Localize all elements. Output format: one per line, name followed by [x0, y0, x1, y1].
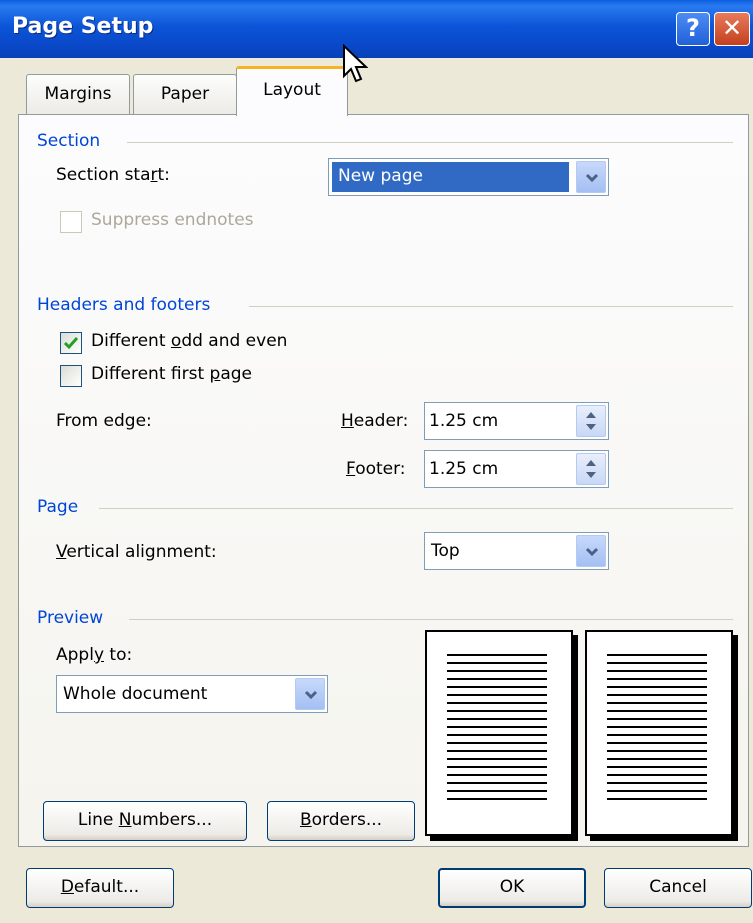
different-odd-even-checkbox[interactable] [60, 332, 82, 354]
tab-paper[interactable]: Paper [133, 74, 237, 114]
help-button[interactable]: ? [676, 12, 710, 46]
vertical-alignment-value: Top [431, 541, 460, 561]
page-divider [99, 508, 733, 509]
default-button[interactable]: Default... [26, 868, 174, 908]
chevron-down-icon [585, 547, 599, 557]
different-odd-even-label: Different odd and even [91, 331, 288, 351]
suppress-endnotes-checkbox[interactable] [60, 211, 82, 233]
section-start-dropdown-button[interactable] [576, 161, 606, 193]
headers-footers-heading: Headers and footers [37, 295, 211, 315]
mouse-cursor-icon [343, 44, 368, 83]
footer-distance-spinner[interactable] [576, 453, 606, 485]
vertical-alignment-dropdown-button[interactable] [576, 535, 606, 567]
from-edge-label: From edge: [56, 411, 152, 431]
vertical-alignment-label: Vertical alignment: [56, 542, 217, 562]
cancel-button[interactable]: Cancel [604, 868, 752, 908]
spin-up-down-icon [586, 460, 596, 478]
header-distance-spinner[interactable] [576, 405, 606, 437]
section-heading: Section [37, 131, 101, 151]
suppress-endnotes-label: Suppress endnotes [91, 210, 254, 230]
borders-button[interactable]: Borders... [267, 801, 415, 841]
title-bar[interactable]: Page Setup ? ✕ [0, 0, 753, 58]
header-label: Header: [341, 411, 409, 431]
close-button[interactable]: ✕ [714, 12, 750, 46]
section-start-value: New page [332, 162, 569, 192]
section-start-select[interactable]: New page [328, 158, 609, 196]
section-start-label: Section start: [56, 165, 170, 185]
checkmark-icon [63, 337, 79, 350]
tab-layout[interactable]: Layout [236, 66, 348, 116]
footer-label: Footer: [346, 459, 406, 479]
window-title: Page Setup [12, 14, 154, 39]
header-distance-value: 1.25 cm [429, 411, 499, 431]
header-distance-input[interactable]: 1.25 cm [424, 402, 609, 440]
spin-up-down-icon [586, 412, 596, 430]
chevron-down-icon [585, 173, 599, 183]
apply-to-dropdown-button[interactable] [295, 678, 325, 710]
ok-button[interactable]: OK [438, 868, 586, 908]
apply-to-label: Apply to: [56, 645, 133, 665]
preview-divider [129, 619, 733, 620]
headers-footers-divider [249, 306, 733, 307]
footer-distance-value: 1.25 cm [429, 459, 499, 479]
vertical-alignment-select[interactable]: Top [424, 532, 609, 570]
different-first-page-label: Different first page [91, 364, 252, 384]
apply-to-select[interactable]: Whole document [56, 675, 328, 713]
page-heading: Page [37, 497, 79, 517]
preview-heading: Preview [37, 608, 104, 628]
different-first-page-checkbox[interactable] [60, 365, 82, 387]
apply-to-value: Whole document [63, 684, 208, 704]
section-divider [127, 142, 733, 143]
close-icon: ✕ [721, 14, 743, 42]
chevron-down-icon [304, 690, 318, 700]
layout-panel: Section Section start: New page Suppress… [18, 114, 749, 847]
help-icon: ? [686, 14, 700, 42]
footer-distance-input[interactable]: 1.25 cm [424, 450, 609, 488]
tab-margins[interactable]: Margins [26, 74, 130, 114]
preview-page-right [585, 630, 733, 836]
preview-page-left [425, 630, 573, 836]
line-numbers-button[interactable]: Line Numbers... [43, 801, 247, 841]
